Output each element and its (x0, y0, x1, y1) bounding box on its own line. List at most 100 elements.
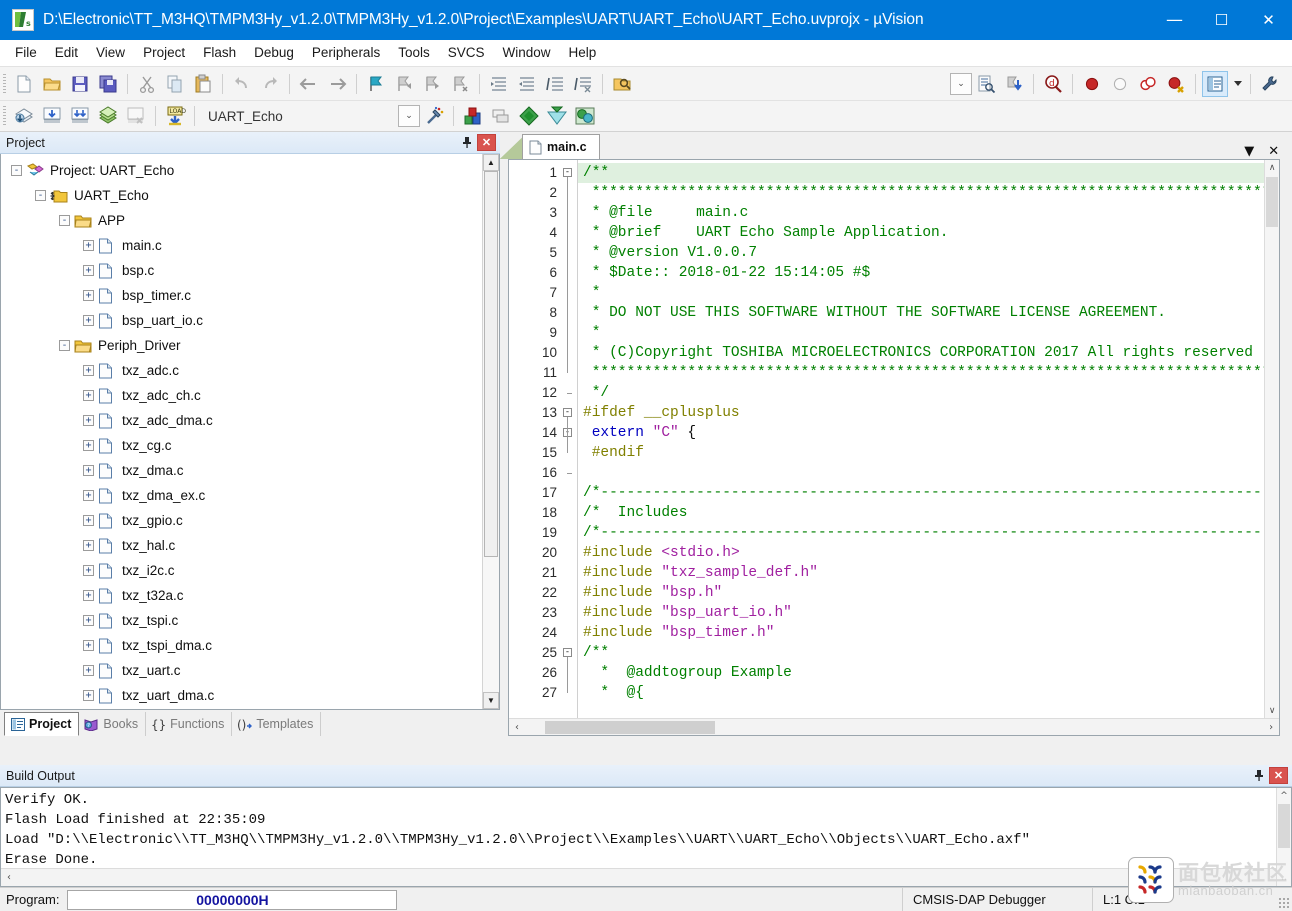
expand-toggle-icon[interactable]: + (83, 315, 94, 326)
tree-item-txz-t32a-c[interactable]: + txz_t32a.c (1, 583, 482, 608)
maximize-button[interactable]: ☐ (1198, 0, 1245, 40)
build-output-body[interactable]: Verify OK. Flash Load finished at 22:35:0… (0, 787, 1292, 887)
bookmark-toggle-icon[interactable] (363, 71, 389, 97)
project-tree[interactable]: - Project: UART_Echo - UART_Echo - APP + main.c… (1, 154, 482, 709)
close-icon[interactable]: ✕ (1269, 767, 1288, 784)
code-folding-column[interactable]: ---- (561, 160, 577, 718)
collapse-toggle-icon[interactable]: - (11, 165, 22, 176)
expand-toggle-icon[interactable]: + (83, 490, 94, 501)
tree-item-txz-cg-c[interactable]: + txz_cg.c (1, 433, 482, 458)
search-dropdown-combo[interactable]: ⌄ (950, 72, 972, 95)
tree-item-txz-adc-dma-c[interactable]: + txz_adc_dma.c (1, 408, 482, 433)
project-tree-scrollbar[interactable]: ▲ ▼ (482, 154, 499, 709)
code-line[interactable]: * $Date:: 2018-01-22 15:14:05 #$ (578, 263, 1279, 283)
scroll-thumb[interactable] (1266, 177, 1279, 227)
expand-toggle-icon[interactable]: + (83, 615, 94, 626)
comment-lines-icon[interactable] (542, 71, 568, 97)
download-icon[interactable]: LOAD (162, 103, 188, 129)
undo-icon[interactable] (229, 71, 255, 97)
expand-toggle-icon[interactable]: + (83, 640, 94, 651)
code-line[interactable]: */ (578, 383, 1279, 403)
manage-runtime-env-icon[interactable] (544, 103, 570, 129)
open-file-icon[interactable] (39, 71, 65, 97)
project-tab-books[interactable]: ? Books (79, 712, 147, 736)
tree-item-txz-tspi-c[interactable]: + txz_tspi.c (1, 608, 482, 633)
scroll-up-button[interactable]: ∧ (1265, 160, 1279, 175)
tree-item-txz-tspi-dma-c[interactable]: + txz_tspi_dma.c (1, 633, 482, 658)
paste-icon[interactable] (190, 71, 216, 97)
build-horizontal-scrollbar[interactable]: ‹ (1, 868, 1291, 886)
fold-collapse-icon[interactable]: - (563, 168, 572, 177)
code-line[interactable]: /** (578, 163, 1280, 183)
close-icon[interactable]: ✕ (1268, 144, 1279, 159)
pin-icon[interactable] (1250, 767, 1267, 784)
menu-project[interactable]: Project (134, 42, 194, 63)
project-tab-project[interactable]: Project (4, 712, 80, 736)
indent-decrease-icon[interactable] (514, 71, 540, 97)
code-line[interactable]: * (578, 323, 1279, 343)
bookmark-clear-icon[interactable] (447, 71, 473, 97)
close-icon[interactable]: ✕ (477, 134, 496, 151)
expand-toggle-icon[interactable]: + (83, 290, 94, 301)
collapse-toggle-icon[interactable]: - (59, 215, 70, 226)
menu-debug[interactable]: Debug (245, 42, 303, 63)
scroll-track[interactable] (17, 870, 1291, 885)
code-line[interactable]: * DO NOT USE THIS SOFTWARE WITHOUT THE S… (578, 303, 1279, 323)
minimize-button[interactable]: — (1151, 0, 1198, 40)
project-tab-functions[interactable]: {} Functions (146, 712, 233, 736)
expand-toggle-icon[interactable]: + (83, 665, 94, 676)
editor-vertical-scrollbar[interactable]: ∧ ∨ (1264, 160, 1280, 718)
expand-toggle-icon[interactable]: + (83, 390, 94, 401)
project-window-icon[interactable] (1202, 70, 1228, 97)
expand-toggle-icon[interactable]: + (83, 540, 94, 551)
fold-collapse-icon[interactable]: - (563, 648, 572, 657)
scroll-track[interactable] (1277, 803, 1291, 871)
menu-edit[interactable]: Edit (46, 42, 87, 63)
select-software-packs-icon[interactable] (572, 103, 598, 129)
tree-item-txz-uart-dma-c[interactable]: + txz_uart_dma.c (1, 683, 482, 708)
code-line[interactable]: * @version V1.0.0.7 (578, 243, 1279, 263)
tree-item-bsp-c[interactable]: + bsp.c (1, 258, 482, 283)
scroll-thumb[interactable] (1278, 804, 1290, 848)
open-in-explorer-icon[interactable] (609, 71, 635, 97)
breakpoint-insert-icon[interactable] (1079, 71, 1105, 97)
tree-item-app[interactable]: - APP (1, 208, 482, 233)
breakpoint-disable-icon[interactable] (1107, 71, 1133, 97)
tree-item-project--uart-echo[interactable]: - Project: UART_Echo (1, 158, 482, 183)
tree-item-bsp-timer-c[interactable]: + bsp_timer.c (1, 283, 482, 308)
tree-item-txz-dma-c[interactable]: + txz_dma.c (1, 458, 482, 483)
menu-svcs[interactable]: SVCS (439, 42, 494, 63)
breakpoint-kill-all-icon[interactable] (1135, 71, 1161, 97)
navigate-back-icon[interactable] (296, 71, 322, 97)
expand-toggle-icon[interactable]: + (83, 265, 94, 276)
code-line[interactable]: * @brief UART Echo Sample Application. (578, 223, 1279, 243)
code-line[interactable]: #ifdef __cplusplus (578, 403, 1279, 423)
code-line[interactable]: #endif (578, 443, 1279, 463)
expand-toggle-icon[interactable]: + (83, 690, 94, 701)
pack-installer-icon[interactable] (516, 103, 542, 129)
code-line[interactable]: ****************************************… (578, 363, 1279, 383)
pin-icon[interactable] (458, 134, 475, 151)
scroll-track[interactable] (525, 720, 1263, 735)
tree-item-main-c[interactable]: + main.c (1, 233, 482, 258)
scroll-down-button[interactable]: ∨ (1265, 703, 1279, 718)
save-all-icon[interactable] (95, 71, 121, 97)
code-line[interactable]: * @addtogroup Example (578, 663, 1279, 683)
expand-toggle-icon[interactable]: + (83, 240, 94, 251)
scroll-right-button[interactable]: › (1263, 722, 1279, 733)
scroll-up-button[interactable]: ▲ (483, 154, 499, 171)
cut-icon[interactable] (134, 71, 160, 97)
target-dropdown-caret[interactable]: ⌄ (398, 105, 420, 127)
scroll-thumb[interactable] (484, 171, 498, 557)
expand-toggle-icon[interactable]: + (83, 365, 94, 376)
menu-peripherals[interactable]: Peripherals (303, 42, 389, 63)
editor-horizontal-scrollbar[interactable]: ‹ › (509, 718, 1280, 735)
code-line[interactable]: /*--------------------------------------… (578, 483, 1279, 503)
code-line[interactable]: /** (578, 643, 1279, 663)
scroll-down-button[interactable]: ▼ (483, 692, 499, 709)
chevron-down-icon[interactable]: ▼ (1244, 144, 1254, 159)
menu-view[interactable]: View (87, 42, 134, 63)
expand-toggle-icon[interactable]: + (83, 590, 94, 601)
menu-help[interactable]: Help (560, 42, 606, 63)
scroll-up-button[interactable]: ^ (1277, 788, 1291, 803)
